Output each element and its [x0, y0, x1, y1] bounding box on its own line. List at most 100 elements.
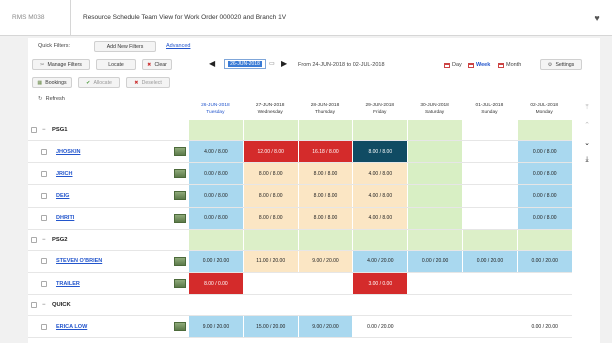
resource-photo-icon[interactable] [174, 147, 186, 157]
resource-row[interactable]: DHRITI 0.00 / 8.00 8.00 / 8.00 8.00 / 8.00 4… [28, 207, 572, 230]
day-cell[interactable]: 9.00 / 20.00 [297, 250, 353, 272]
settings-button[interactable]: ⚙ Settings [540, 59, 582, 70]
resource-name-link[interactable]: JHOSKIN [56, 149, 80, 155]
day-cell[interactable]: 9.00 / 20.00 [297, 316, 353, 338]
day-cell[interactable] [462, 207, 517, 229]
day-cell[interactable]: 4.00 / 8.00 [352, 207, 408, 229]
day-cell[interactable] [462, 141, 517, 163]
row-checkbox[interactable] [41, 323, 47, 330]
manage-filters-button[interactable]: ✂ Manage Filters [32, 59, 90, 70]
day-cell[interactable]: 16.18 / 8.00 [297, 141, 353, 163]
resource-row[interactable]: DEIG 0.00 / 8.00 8.00 / 8.00 8.00 / 8.00 4.0… [28, 185, 572, 208]
resource-row[interactable]: TRAILER 8.00 / 0.00 3.00 / 0.00 [28, 273, 572, 296]
day-cell[interactable] [407, 163, 462, 185]
resource-photo-icon[interactable] [174, 213, 186, 223]
row-checkbox[interactable] [31, 236, 37, 243]
resource-name-link[interactable]: ERICA LOW [56, 324, 87, 330]
day-cell[interactable] [516, 273, 572, 295]
row-checkbox[interactable] [41, 170, 47, 177]
month-view-tab[interactable]: Month [498, 62, 521, 68]
day-cell[interactable]: 8.00 / 8.00 [242, 163, 298, 185]
day-cell[interactable]: 0.00 / 8.00 [516, 141, 572, 163]
resource-photo-icon[interactable] [174, 256, 186, 266]
collapse-icon[interactable]: − [42, 302, 46, 308]
resource-photo-icon[interactable] [174, 322, 186, 332]
clear-button[interactable]: ✖ Clear [142, 59, 172, 70]
refresh-button[interactable]: ↻ Refresh [38, 96, 65, 102]
day-cell[interactable]: 0.00 / 20.00 [516, 250, 572, 272]
day-cell[interactable] [462, 273, 517, 295]
row-checkbox[interactable] [41, 148, 47, 155]
scroll-bottom-icon[interactable]: ⤓ [581, 156, 593, 164]
day-cell[interactable] [407, 273, 462, 295]
collapse-icon[interactable]: − [42, 237, 46, 243]
deselect-button[interactable]: ✖ Deselect [126, 77, 170, 88]
next-arrow-icon[interactable]: ▶ [281, 60, 287, 68]
day-cell[interactable]: 0.00 / 20.00 [516, 316, 572, 338]
date-input[interactable]: 26-JUN-2018 [224, 59, 266, 69]
day-cell[interactable]: 8.00 / 8.00 [297, 207, 353, 229]
day-cell[interactable]: 3.00 / 0.00 [352, 273, 408, 295]
scroll-up-icon[interactable]: ⌃ [581, 122, 593, 130]
allocate-button[interactable]: ✔ Allocate [78, 77, 120, 88]
week-view-tab[interactable]: Week [468, 62, 490, 68]
day-cell[interactable]: 0.00 / 20.00 [188, 250, 243, 272]
row-checkbox[interactable] [31, 302, 37, 309]
row-checkbox[interactable] [41, 280, 47, 287]
resource-name-link[interactable]: DEIG [56, 193, 69, 199]
day-cell[interactable]: 4.00 / 8.00 [352, 185, 408, 207]
resource-row[interactable]: ERICA LOW 9.00 / 20.00 15.00 / 20.00 9.00 /… [28, 316, 572, 339]
day-cell[interactable] [407, 316, 462, 338]
day-cell[interactable]: 8.00 / 0.00 [188, 273, 243, 295]
row-checkbox[interactable] [31, 127, 37, 133]
resource-photo-icon[interactable] [174, 191, 186, 201]
resource-photo-icon[interactable] [174, 279, 186, 289]
resource-row[interactable]: STEVEN O'BRIEN 0.00 / 20.00 11.00 / 20.00 9… [28, 250, 572, 273]
day-cell[interactable]: 9.00 / 20.00 [188, 316, 243, 338]
scroll-down-icon[interactable]: ⌄ [581, 140, 593, 148]
day-cell[interactable]: 0.00 / 20.00 [462, 250, 517, 272]
day-cell[interactable] [407, 185, 462, 207]
scroll-top-icon[interactable]: ⤒ [581, 104, 593, 112]
day-cell[interactable]: 8.00 / 8.00 [297, 185, 353, 207]
day-cell[interactable]: 4.00 / 20.00 [352, 250, 408, 272]
day-cell[interactable]: 8.00 / 8.00 [242, 185, 298, 207]
day-cell[interactable] [242, 273, 298, 295]
day-cell[interactable]: 0.00 / 8.00 [516, 163, 572, 185]
day-cell[interactable] [297, 273, 353, 295]
day-cell[interactable] [462, 163, 517, 185]
day-cell[interactable]: 0.00 / 8.00 [188, 207, 243, 229]
advanced-link[interactable]: Advanced [166, 43, 190, 49]
row-checkbox[interactable] [41, 258, 47, 265]
day-cell[interactable]: 12.00 / 8.00 [242, 141, 298, 163]
resource-name-link[interactable]: STEVEN O'BRIEN [56, 258, 102, 264]
day-cell[interactable]: 0.00 / 20.00 [352, 316, 408, 338]
day-cell[interactable] [407, 141, 462, 163]
resource-name-link[interactable]: JRICH [56, 171, 73, 177]
calendar-icon[interactable]: ▭ [269, 60, 275, 67]
day-view-tab[interactable]: Day [444, 62, 462, 68]
day-cell[interactable] [462, 316, 517, 338]
day-cell[interactable]: 15.00 / 20.00 [242, 316, 298, 338]
day-cell[interactable]: 8.00 / 8.00 [352, 141, 408, 163]
collapse-icon[interactable]: − [42, 127, 46, 133]
resource-name-link[interactable]: DHRITI [56, 215, 74, 221]
resource-name-link[interactable]: TRAILER [56, 281, 80, 287]
resource-row[interactable]: JRICH 0.00 / 8.00 8.00 / 8.00 8.00 / 8.00 4.… [28, 163, 572, 186]
row-checkbox[interactable] [41, 192, 47, 199]
day-cell[interactable] [462, 185, 517, 207]
prev-arrow-icon[interactable]: ◀ [209, 60, 215, 68]
day-cell[interactable]: 0.00 / 8.00 [188, 185, 243, 207]
add-filters-button[interactable]: Add New Filters [94, 41, 156, 52]
resource-row[interactable]: JHOSKIN 4.00 / 8.00 12.00 / 8.00 16.18 / 8.… [28, 141, 572, 164]
day-cell[interactable]: 4.00 / 8.00 [352, 163, 408, 185]
day-cell[interactable]: 0.00 / 8.00 [516, 185, 572, 207]
day-cell[interactable]: 11.00 / 20.00 [242, 250, 298, 272]
day-cell[interactable]: 8.00 / 8.00 [297, 163, 353, 185]
bookings-button[interactable]: ▦ Bookings [32, 77, 72, 88]
locate-button[interactable]: Locate [96, 59, 136, 70]
day-cell[interactable]: 0.00 / 8.00 [188, 163, 243, 185]
day-cell[interactable]: 0.00 / 20.00 [407, 250, 462, 272]
row-checkbox[interactable] [41, 215, 47, 222]
day-cell[interactable] [407, 207, 462, 229]
